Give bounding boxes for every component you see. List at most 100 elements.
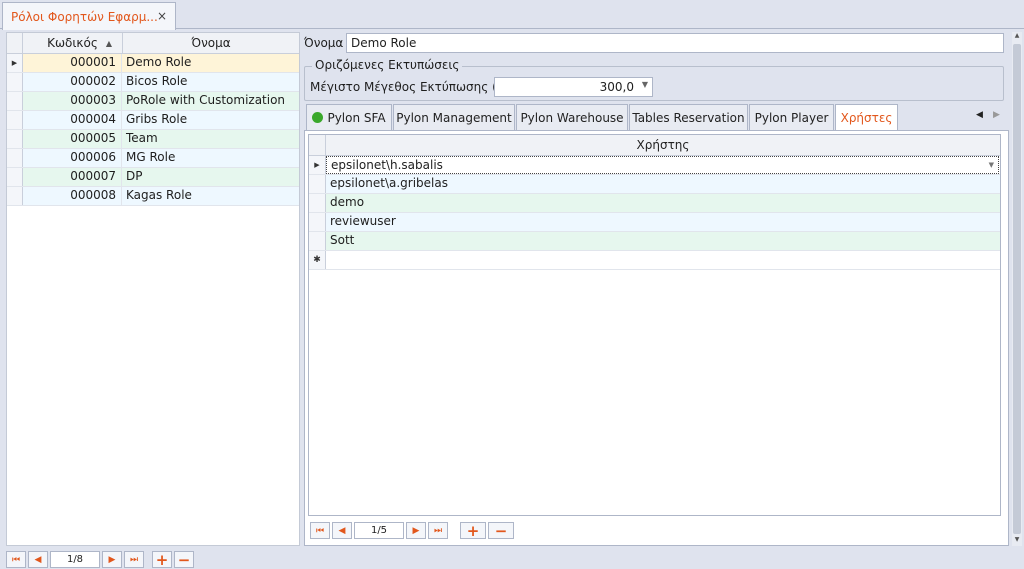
dropdown-arrow-icon[interactable]: ▼ (642, 80, 648, 89)
row-indicator[interactable] (309, 194, 326, 212)
column-header-name[interactable]: Όνομα (123, 33, 299, 53)
tab-scroll-right-icon[interactable]: ▶ (993, 110, 1000, 120)
scroll-up-icon[interactable]: ▲ (1012, 32, 1022, 42)
user-cell[interactable]: Sott (326, 232, 1000, 250)
table-row[interactable]: demo (309, 194, 1000, 213)
table-row[interactable]: ▶ 000001 Demo Role (7, 54, 299, 73)
row-indicator[interactable] (309, 213, 326, 231)
table-row[interactable]: 000004 Gribs Role (7, 111, 299, 130)
roles-navigator: ⏮ ◀ 1/8 ▶ ⏭ + − (6, 551, 196, 569)
role-code-cell: 000005 (23, 130, 122, 148)
roles-grid-body: ▶ 000001 Demo Role 000002 Bicos Role 000003 Po… (7, 54, 299, 206)
status-dot-icon (312, 112, 324, 123)
role-name-cell: Bicos Role (126, 74, 188, 88)
table-row[interactable]: 000003 PoRole with Customization (7, 92, 299, 111)
table-row[interactable]: ▶ epsilonet\h.sabalis ▼ (309, 156, 1000, 175)
tab-pylon-sfa[interactable]: Pylon SFA (306, 104, 392, 130)
table-row[interactable]: 000008 Kagas Role (7, 187, 299, 206)
row-indicator[interactable] (7, 73, 23, 91)
vertical-scrollbar[interactable]: ▲ ▼ (1012, 32, 1022, 546)
document-tab-roles[interactable]: Ρόλοι Φορητών Εφαρμ... × (2, 2, 176, 30)
nav-first-icon[interactable]: ⏮ (6, 551, 26, 568)
role-code-cell: 000007 (23, 168, 122, 186)
nav-next-icon[interactable]: ▶ (102, 551, 122, 568)
role-name-cell: Kagas Role (126, 188, 192, 202)
users-grid-header: Χρήστης (309, 135, 1000, 156)
remove-icon[interactable]: − (174, 551, 194, 569)
table-row[interactable]: 000006 MG Role (7, 149, 299, 168)
table-row[interactable]: reviewuser (309, 213, 1000, 232)
table-row[interactable]: epsilonet\a.gribelas (309, 175, 1000, 194)
column-header-user[interactable]: Χρήστης (326, 135, 1000, 155)
row-indicator[interactable] (309, 175, 326, 193)
tab-pylon-warehouse[interactable]: Pylon Warehouse (516, 104, 628, 130)
nav-next-icon[interactable]: ▶ (406, 522, 426, 539)
role-name-cell: Team (126, 131, 158, 145)
tab-pylon-sfa-label: Pylon SFA (327, 110, 386, 125)
current-row-icon[interactable]: ▶ (7, 54, 23, 72)
table-row[interactable]: 000007 DP (7, 168, 299, 187)
role-name-cell: PoRole with Customization (126, 93, 286, 107)
scroll-down-icon[interactable]: ▼ (1012, 536, 1022, 546)
nav-last-icon[interactable]: ⏭ (428, 522, 448, 539)
add-icon[interactable]: + (152, 551, 172, 569)
user-cell[interactable]: epsilonet\h.sabalis ▼ (326, 156, 999, 174)
row-indicator[interactable] (309, 232, 326, 250)
row-indicator[interactable] (7, 187, 23, 205)
name-field[interactable]: Demo Role (346, 33, 1004, 53)
table-row[interactable]: 000005 Team (7, 130, 299, 149)
tab-pylon-player[interactable]: Pylon Player (749, 104, 834, 130)
row-indicator-header (309, 135, 326, 155)
dropdown-arrow-icon[interactable]: ▼ (989, 157, 994, 174)
user-cell[interactable]: demo (326, 194, 1000, 212)
new-row[interactable]: ✱ (309, 251, 1000, 270)
column-header-name-label: Όνομα (191, 36, 231, 50)
role-name-cell: MG Role (126, 150, 176, 164)
max-print-size-value: 300,0 (599, 80, 634, 94)
column-header-user-label: Χρήστης (636, 138, 690, 152)
user-cell-value: demo (330, 195, 365, 209)
new-row-cell[interactable] (326, 251, 1000, 269)
row-indicator[interactable] (7, 168, 23, 186)
user-cell-value: epsilonet\h.sabalis (331, 158, 443, 172)
name-label: Όνομα (304, 36, 344, 50)
roles-grid-header: Κωδικός ▲ Όνομα (7, 33, 299, 54)
row-indicator[interactable] (7, 149, 23, 167)
tab-pylon-management[interactable]: Pylon Management (393, 104, 515, 130)
table-row[interactable]: Sott (309, 232, 1000, 251)
row-indicator[interactable] (7, 92, 23, 110)
remove-icon[interactable]: − (488, 522, 514, 540)
user-cell-value: Sott (330, 233, 355, 247)
nav-prev-icon[interactable]: ◀ (28, 551, 48, 568)
role-code-cell: 000001 (23, 54, 122, 72)
user-cell[interactable]: reviewuser (326, 213, 1000, 231)
row-indicator[interactable] (7, 111, 23, 129)
close-icon[interactable]: × (157, 9, 167, 23)
users-navigator: ⏮ ◀ 1/5 ▶ ⏭ + − (310, 522, 516, 540)
role-name-cell: Gribs Role (126, 112, 188, 126)
tab-scroll-left-icon[interactable]: ◀ (976, 110, 983, 120)
current-row-icon[interactable]: ▶ (309, 156, 326, 174)
role-code-cell: 000008 (23, 187, 122, 205)
max-print-size-spinner[interactable]: 300,0 ▼ (494, 77, 653, 97)
column-header-code[interactable]: Κωδικός ▲ (23, 33, 123, 53)
nav-last-icon[interactable]: ⏭ (124, 551, 144, 568)
users-grid-body: ▶ epsilonet\h.sabalis ▼ epsilonet\a.gribela… (309, 156, 1000, 270)
tab-tables-reservation[interactable]: Tables Reservation (629, 104, 748, 130)
user-cell-value: epsilonet\a.gribelas (330, 176, 448, 190)
tab-users[interactable]: Χρήστες (835, 104, 898, 131)
scrollbar-thumb[interactable] (1013, 44, 1021, 534)
users-grid: Χρήστης ▶ epsilonet\h.sabalis ▼ epsilonet\a… (308, 134, 1001, 516)
nav-first-icon[interactable]: ⏮ (310, 522, 330, 539)
document-tab-title: Ρόλοι Φορητών Εφαρμ... (11, 9, 158, 24)
role-code-cell: 000004 (23, 111, 122, 129)
user-cell[interactable]: epsilonet\a.gribelas (326, 175, 1000, 193)
user-cell-value: reviewuser (330, 214, 396, 228)
table-row[interactable]: 000002 Bicos Role (7, 73, 299, 92)
role-code-cell: 000006 (23, 149, 122, 167)
add-icon[interactable]: + (460, 522, 486, 540)
new-row-icon: ✱ (309, 251, 326, 269)
nav-prev-icon[interactable]: ◀ (332, 522, 352, 539)
column-header-code-label: Κωδικός (47, 36, 98, 50)
row-indicator[interactable] (7, 130, 23, 148)
